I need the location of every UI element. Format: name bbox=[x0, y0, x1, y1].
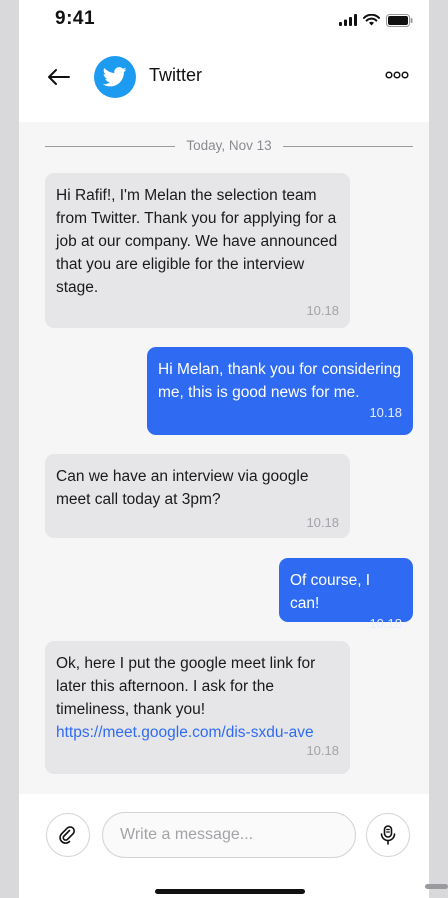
message-text: Ok, here I put the google meet link for … bbox=[56, 655, 316, 718]
message-time: 10.18 bbox=[306, 303, 339, 318]
chat-header: Twitter bbox=[19, 44, 429, 123]
chat-title: Twitter bbox=[149, 65, 203, 85]
message-time: 10.18 bbox=[306, 743, 339, 758]
microphone-icon bbox=[380, 825, 396, 845]
status-time: 9:41 bbox=[55, 8, 96, 29]
message-outgoing[interactable]: Of course, I can! 10.18 bbox=[279, 558, 413, 631]
message-input[interactable] bbox=[102, 812, 356, 858]
paperclip-icon bbox=[59, 826, 75, 844]
message-incoming[interactable]: Ok, here I put the google meet link for … bbox=[45, 641, 350, 774]
message-time: 10.18 bbox=[369, 616, 402, 631]
message-incoming[interactable]: Can we have an interview via google meet… bbox=[45, 454, 350, 538]
message-composer bbox=[19, 794, 429, 898]
phone-screen: 9:41 Twitter Today, Nov 13 Hi Rafif!, I'… bbox=[19, 0, 429, 898]
chat-messages[interactable]: Today, Nov 13 Hi Rafif!, I'm Melan the s… bbox=[19, 122, 429, 794]
message-incoming[interactable]: Hi Rafif!, I'm Melan the selection team … bbox=[45, 173, 350, 328]
twitter-bird-icon bbox=[103, 67, 127, 87]
wifi-icon bbox=[363, 14, 380, 26]
avatar[interactable] bbox=[94, 56, 136, 98]
more-options-icon[interactable] bbox=[385, 70, 409, 80]
message-time: 10.18 bbox=[369, 405, 402, 420]
message-text: Hi Rafif!, I'm Melan the selection team … bbox=[56, 187, 338, 296]
message-text: Hi Melan, thank you for considering me, … bbox=[158, 361, 401, 401]
date-label: Today, Nov 13 bbox=[178, 138, 280, 153]
status-icons bbox=[339, 12, 413, 28]
message-outgoing[interactable]: Hi Melan, thank you for considering me, … bbox=[147, 347, 413, 435]
message-text: Of course, I can! bbox=[290, 572, 371, 612]
home-indicator[interactable] bbox=[155, 889, 305, 894]
message-time: 10.18 bbox=[306, 515, 339, 530]
date-divider: Today, Nov 13 bbox=[45, 136, 413, 156]
scroll-indicator bbox=[425, 884, 448, 889]
attach-button[interactable] bbox=[46, 813, 90, 857]
battery-icon bbox=[386, 13, 413, 27]
status-bar: 9:41 bbox=[19, 0, 429, 44]
meet-link[interactable]: https://meet.google.com/dis-sxdu-ave bbox=[56, 721, 339, 744]
back-arrow-icon[interactable] bbox=[45, 63, 73, 91]
voice-message-button[interactable] bbox=[366, 813, 410, 857]
signal-icon bbox=[339, 14, 357, 26]
message-text: Can we have an interview via google meet… bbox=[56, 468, 309, 508]
